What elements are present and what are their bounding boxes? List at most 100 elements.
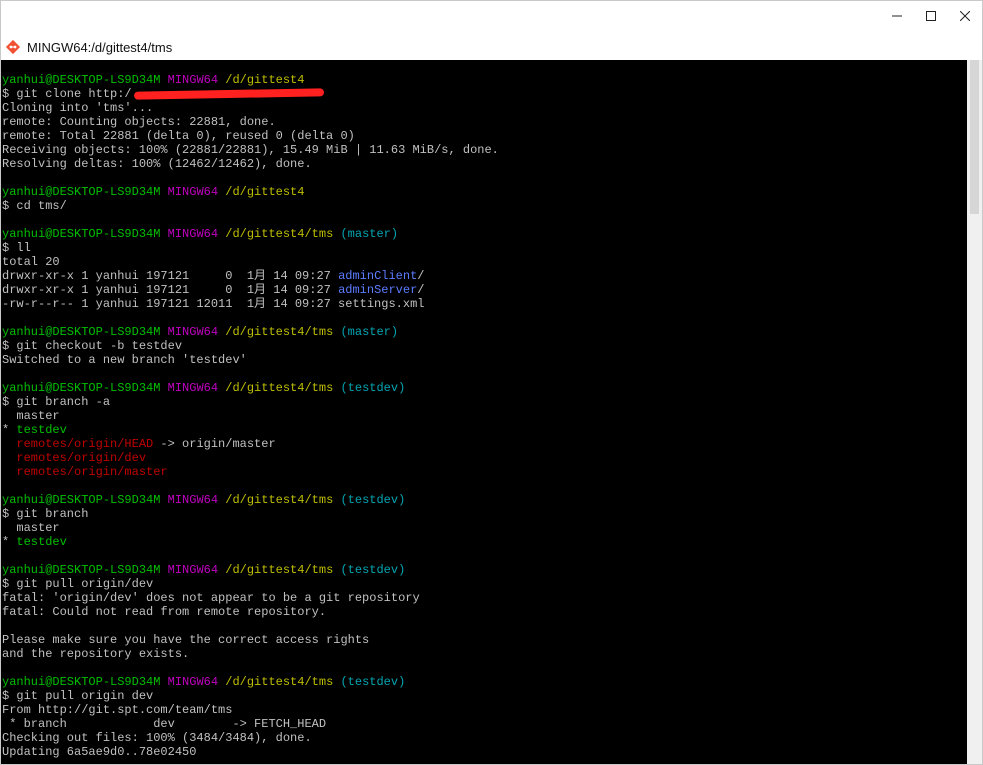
terminal-text: /d/gittest4/tms bbox=[225, 381, 341, 395]
terminal-text: $ git pull origin/dev bbox=[2, 577, 154, 591]
terminal-line: Switched to a new branch 'testdev' bbox=[2, 353, 499, 367]
terminal-line: yanhui@DESKTOP-LS9D34M MINGW64 /d/gittes… bbox=[2, 381, 499, 395]
terminal-text: MINGW64 bbox=[167, 563, 226, 577]
close-icon bbox=[960, 11, 970, 21]
terminal-text: remotes/origin/dev bbox=[16, 451, 147, 465]
terminal-text: Checking out files: 100% (3484/3484), do… bbox=[2, 731, 312, 745]
terminal-line: $ git checkout -b testdev bbox=[2, 339, 499, 353]
terminal-text: testdev bbox=[16, 423, 67, 437]
terminal-text: (testdev) bbox=[340, 675, 406, 689]
terminal-text: yanhui@DESKTOP-LS9D34M bbox=[2, 675, 168, 689]
terminal-text: remote: Total 22881 (delta 0), reused 0 … bbox=[2, 129, 355, 143]
terminal-line: $ git clone http:/ bbox=[2, 87, 499, 101]
terminal-line: Checking out files: 100% (3484/3484), do… bbox=[2, 731, 499, 745]
terminal-text: remotes/origin/master bbox=[16, 465, 168, 479]
terminal-text: MINGW64 bbox=[167, 325, 226, 339]
terminal-text: /d/gittest4/tms bbox=[225, 325, 341, 339]
terminal-line: yanhui@DESKTOP-LS9D34M MINGW64 /d/gittes… bbox=[2, 493, 499, 507]
vertical-scrollbar[interactable] bbox=[967, 60, 982, 764]
terminal-text: / bbox=[417, 283, 425, 297]
terminal-text: (testdev) bbox=[340, 381, 406, 395]
terminal-text: /d/gittest4/tms bbox=[225, 675, 341, 689]
minimize-icon bbox=[892, 15, 902, 17]
terminal-text: $ ll bbox=[2, 241, 31, 255]
maximize-button[interactable] bbox=[914, 1, 948, 31]
terminal-line: drwxr-xr-x 1 yanhui 197121 0 1月 14 09:27… bbox=[2, 269, 499, 283]
close-button[interactable] bbox=[948, 1, 982, 31]
terminal-line: -rw-r--r-- 1 yanhui 197121 12011 1月 14 0… bbox=[2, 297, 499, 311]
scrollbar-thumb[interactable] bbox=[970, 60, 979, 214]
terminal-text: Receiving objects: 100% (22881/22881), 1… bbox=[2, 143, 499, 157]
terminal-line: and the repository exists. bbox=[2, 647, 499, 661]
terminal-text: fatal: Could not read from remote reposi… bbox=[2, 605, 327, 619]
terminal-output[interactable]: yanhui@DESKTOP-LS9D34M MINGW64 /d/gittes… bbox=[1, 60, 969, 764]
terminal-line: From http://git.spt.com/team/tms bbox=[2, 703, 499, 717]
terminal-text: yanhui@DESKTOP-LS9D34M bbox=[2, 227, 168, 241]
terminal-text: (testdev) bbox=[340, 563, 406, 577]
terminal-line: total 20 bbox=[2, 255, 499, 269]
terminal-text: and the repository exists. bbox=[2, 647, 190, 661]
terminal-text: * bbox=[2, 535, 17, 549]
terminal-text: $ git branch bbox=[2, 507, 89, 521]
terminal-line: yanhui@DESKTOP-LS9D34M MINGW64 /d/gittes… bbox=[2, 227, 499, 241]
terminal-text: (testdev) bbox=[340, 493, 406, 507]
terminal-text: testdev bbox=[16, 535, 67, 549]
terminal-text: (master) bbox=[340, 227, 399, 241]
terminal-line: yanhui@DESKTOP-LS9D34M MINGW64 /d/gittes… bbox=[2, 185, 499, 199]
terminal-text: /d/gittest4 bbox=[225, 185, 305, 199]
maximize-icon bbox=[926, 11, 936, 21]
terminal-line: fatal: 'origin/dev' does not appear to b… bbox=[2, 591, 499, 605]
terminal-line: yanhui@DESKTOP-LS9D34M MINGW64 /d/gittes… bbox=[2, 675, 499, 689]
terminal-text: yanhui@DESKTOP-LS9D34M bbox=[2, 325, 168, 339]
terminal-line: yanhui@DESKTOP-LS9D34M MINGW64 /d/gittes… bbox=[2, 73, 499, 87]
terminal-line: remotes/origin/dev bbox=[2, 451, 499, 465]
terminal-text: $ cd tms/ bbox=[2, 199, 67, 213]
terminal-text: master bbox=[2, 409, 60, 423]
terminal-line: Please make sure you have the correct ac… bbox=[2, 633, 499, 647]
terminal-text: Switched to a new branch 'testdev' bbox=[2, 353, 247, 367]
terminal-text: $ git branch -a bbox=[2, 395, 111, 409]
terminal-line: yanhui@DESKTOP-LS9D34M MINGW64 /d/gittes… bbox=[2, 325, 499, 339]
terminal-text: MINGW64 bbox=[167, 675, 226, 689]
terminal-line: Cloning into 'tms'... bbox=[2, 101, 499, 115]
terminal-text: Updating 6a5ae9d0..78e02450 bbox=[2, 745, 197, 759]
title-bar: MINGW64:/d/gittest4/tms bbox=[1, 35, 172, 59]
terminal-text: $ git checkout -b testdev bbox=[2, 339, 183, 353]
terminal-line: Resolving deltas: 100% (12462/12462), do… bbox=[2, 157, 499, 171]
git-diamond-icon bbox=[5, 39, 21, 55]
terminal-line: Updating 6a5ae9d0..78e02450 bbox=[2, 745, 499, 759]
terminal-text: adminClient bbox=[338, 269, 418, 283]
terminal-text: MINGW64 bbox=[167, 185, 226, 199]
terminal-text: * bbox=[2, 423, 17, 437]
terminal-text: yanhui@DESKTOP-LS9D34M bbox=[2, 73, 168, 87]
terminal-line: fatal: Could not read from remote reposi… bbox=[2, 605, 499, 619]
terminal-line: master bbox=[2, 521, 499, 535]
terminal-text: remotes/origin/HEAD bbox=[16, 437, 154, 451]
terminal-text: yanhui@DESKTOP-LS9D34M bbox=[2, 381, 168, 395]
terminal-text: / bbox=[417, 269, 425, 283]
terminal-text: /d/gittest4 bbox=[225, 73, 305, 87]
terminal-text: MINGW64 bbox=[167, 493, 226, 507]
terminal-text: /d/gittest4/tms bbox=[225, 563, 341, 577]
terminal-text: adminServer bbox=[338, 283, 418, 297]
terminal-text: yanhui@DESKTOP-LS9D34M bbox=[2, 563, 168, 577]
terminal-text: /d/gittest4/tms bbox=[225, 227, 341, 241]
minimize-button[interactable] bbox=[880, 1, 914, 31]
terminal-line: * testdev bbox=[2, 535, 499, 549]
terminal-line: drwxr-xr-x 1 yanhui 197121 0 1月 14 09:27… bbox=[2, 283, 499, 297]
terminal-text: Resolving deltas: 100% (12462/12462), do… bbox=[2, 157, 312, 171]
terminal-line: remote: Total 22881 (delta 0), reused 0 … bbox=[2, 129, 499, 143]
terminal-lines: yanhui@DESKTOP-LS9D34M MINGW64 /d/gittes… bbox=[2, 73, 499, 759]
terminal-line: $ ll bbox=[2, 241, 499, 255]
terminal-window: MINGW64:/d/gittest4/tms yanhui@DESKTOP-L… bbox=[0, 0, 983, 765]
terminal-text: * branch dev -> FETCH_HEAD bbox=[2, 717, 327, 731]
terminal-text: fatal: 'origin/dev' does not appear to b… bbox=[2, 591, 420, 605]
